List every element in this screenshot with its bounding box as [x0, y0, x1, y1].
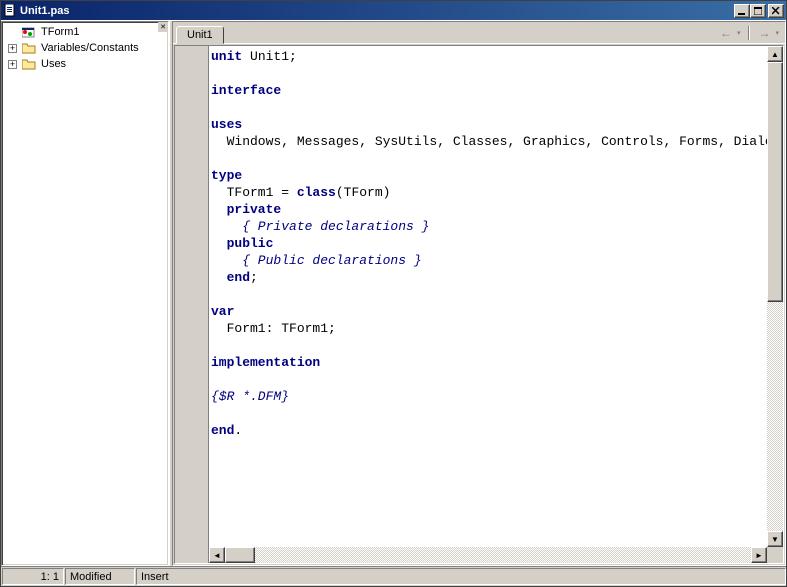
dropdown-icon[interactable]: ▾ [737, 29, 741, 37]
folder-icon [21, 41, 37, 55]
tab-label: Unit1 [187, 29, 213, 41]
maximize-button[interactable] [750, 4, 766, 18]
tree-label: Uses [39, 57, 68, 71]
dropdown-icon[interactable]: ▾ [775, 29, 779, 37]
scroll-thumb[interactable] [767, 62, 783, 302]
nav-buttons: ← ▾ → ▾ [720, 22, 785, 43]
body: ✕ TForm1 + [1, 20, 786, 566]
scroll-track[interactable] [767, 62, 783, 531]
ide-window: Unit1.pas ✕ [0, 0, 787, 587]
minimize-button[interactable] [734, 4, 750, 18]
statusbar: 1: 1 Modified Insert [1, 566, 786, 586]
tree-label: Variables/Constants [39, 41, 141, 55]
code-editor[interactable]: unit Unit1; interface uses Windows, Mess… [209, 46, 767, 547]
tree-item-uses[interactable]: + Uses [4, 56, 166, 72]
expand-icon[interactable]: + [4, 56, 21, 72]
status-insert-mode: Insert [136, 568, 786, 585]
file-icon [3, 4, 17, 18]
status-modified: Modified [65, 568, 135, 585]
panel-close-icon[interactable]: ✕ [158, 22, 168, 32]
status-position: 1: 1 [2, 568, 64, 585]
folder-icon [21, 57, 37, 71]
scroll-thumb[interactable] [225, 547, 255, 563]
close-button[interactable] [768, 4, 784, 18]
tree-item-variables[interactable]: + Variables/Constants [4, 40, 166, 56]
scrollbar-corner [767, 547, 783, 563]
gutter-fill [175, 547, 209, 563]
window-title: Unit1.pas [20, 5, 734, 17]
tab-unit1[interactable]: Unit1 [176, 26, 224, 44]
titlebar[interactable]: Unit1.pas [1, 1, 786, 20]
editor-tabbar: Unit1 ← ▾ → ▾ [173, 22, 785, 43]
gutter[interactable] [175, 46, 209, 547]
code-explorer-tree[interactable]: TForm1 + Variables/Constants + [2, 22, 168, 565]
scroll-up-button[interactable]: ▲ [767, 46, 783, 62]
code-frame: unit Unit1; interface uses Windows, Mess… [173, 43, 785, 565]
tree-item-form[interactable]: TForm1 [4, 24, 166, 40]
scroll-right-button[interactable]: ► [751, 547, 767, 563]
separator [748, 26, 750, 40]
tree-label: TForm1 [39, 25, 82, 39]
nav-forward-icon[interactable]: → [758, 26, 770, 40]
vertical-scrollbar[interactable]: ▲ ▼ [767, 46, 783, 547]
horizontal-scrollbar[interactable]: ◄ ► [209, 547, 767, 563]
window-buttons [734, 4, 784, 18]
form-icon [21, 25, 37, 39]
tree-spacer [4, 24, 21, 40]
expand-icon[interactable]: + [4, 40, 21, 56]
scroll-down-button[interactable]: ▼ [767, 531, 783, 547]
code-explorer-panel: ✕ TForm1 + [1, 21, 169, 566]
code-wrap: unit Unit1; interface uses Windows, Mess… [175, 46, 783, 547]
scroll-left-button[interactable]: ◄ [209, 547, 225, 563]
nav-back-icon[interactable]: ← [720, 26, 732, 40]
code-border: unit Unit1; interface uses Windows, Mess… [174, 45, 784, 564]
scroll-track[interactable] [225, 547, 751, 563]
horizontal-scrollbar-row: ◄ ► [175, 547, 783, 563]
editor-panel: Unit1 ← ▾ → ▾ unit Unit1; interface uses W… [172, 21, 786, 566]
